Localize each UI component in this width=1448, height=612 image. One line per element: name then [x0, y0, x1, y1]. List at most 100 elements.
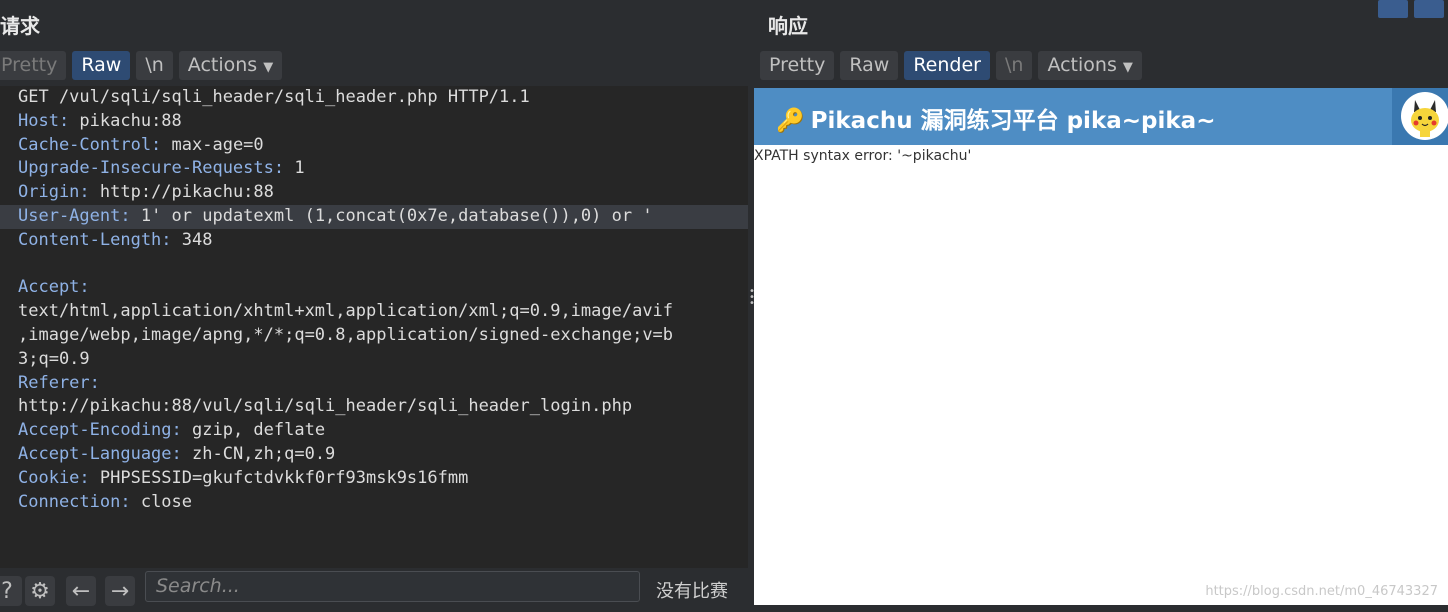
header-value: pikachu:88 — [69, 110, 182, 131]
header-key: Origin: — [18, 182, 90, 203]
sql-error-text: XPATH syntax error: '~pikachu' — [754, 148, 972, 164]
line-code: http://pikachu:88/vul/sqli/sqli_header/s… — [0, 396, 632, 416]
request-line[interactable]: 10Referer: — [0, 372, 748, 396]
line-code: Cache-Control: max-age=0 — [0, 135, 264, 155]
request-tabs: Pretty Raw \n Actions ▼ — [0, 51, 283, 80]
response-tab-3[interactable]: \n — [995, 51, 1033, 80]
response-tab-4[interactable]: Actions ▼ — [1038, 51, 1142, 80]
header-key: Host: — [18, 110, 70, 131]
request-tab-0[interactable]: Pretty — [0, 51, 67, 80]
request-tab-3[interactable]: Actions ▼ — [178, 51, 283, 80]
header-value: 1' or updatexml (1,concat(0x7e,database(… — [130, 205, 653, 226]
request-line[interactable]: 6User-Agent: 1' or updatexml (1,concat(0… — [0, 204, 748, 229]
gear-icon[interactable]: ⚙ — [25, 576, 55, 606]
stack-view-icon[interactable] — [1414, 0, 1444, 18]
line-code: GET /vul/sqli/sqli_header/sqli_header.ph… — [0, 87, 530, 107]
response-tab-2[interactable]: Render — [904, 51, 990, 80]
line-code: Accept: — [0, 277, 90, 297]
response-title: 响应 — [768, 14, 808, 38]
watermark: https://blog.csdn.net/m0_46743327 — [1205, 584, 1438, 599]
header-key: User-Agent: — [18, 205, 131, 226]
line-code: text/html,application/xhtml+xml,applicat… — [0, 301, 673, 321]
line-code: Upgrade-Insecure-Requests: 1 — [0, 158, 305, 178]
request-panel: 请求 PrettyRaw\nActions▼ 1 GET /vul/sqli/sq… — [0, 0, 748, 612]
header-key: Upgrade-Insecure-Requests: — [18, 158, 285, 179]
request-line[interactable]: 9Accept: — [0, 276, 748, 300]
header-key: Cookie: — [18, 467, 90, 488]
header-key: Referer: — [18, 372, 100, 393]
request-line[interactable]: 13Cookie: PHPSESSID=gkufctdvkkf0rf93msk9… — [0, 467, 748, 491]
request-line[interactable]: 16 — [0, 538, 748, 562]
request-line[interactable]: 2Host: pikachu:88 — [0, 110, 748, 134]
response-tab-1[interactable]: Raw — [840, 51, 899, 80]
request-tab-2[interactable]: \n — [136, 51, 173, 80]
request-line[interactable]: 14Connection: close — [0, 491, 748, 515]
line-code: 3;q=0.9 — [0, 349, 90, 369]
header-value: 1 — [284, 158, 305, 179]
request-line[interactable]: 3;q=0.9 — [0, 348, 748, 372]
line-code: Referer: — [0, 373, 100, 393]
header-value: 348 — [171, 229, 213, 250]
request-line[interactable]: 4Upgrade-Insecure-Requests: 1 — [0, 157, 748, 181]
header-value: ,image/webp,image/apng,*/*;q=0.8,applica… — [18, 324, 674, 345]
search-match-count: 没有比赛 — [656, 581, 728, 602]
line-code: Host: pikachu:88 — [0, 111, 182, 131]
request-line[interactable]: text/html,application/xhtml+xml,applicat… — [0, 300, 748, 324]
request-line[interactable]: 15 — [0, 514, 748, 538]
request-tab-1[interactable]: Raw — [72, 51, 131, 80]
request-line[interactable]: http://pikachu:88/vul/sqli/sqli_header/s… — [0, 395, 748, 419]
search-input[interactable]: Search... — [145, 571, 640, 602]
banner-title: 🔑 Pikachu 漏洞练习平台 pika~pika~ — [776, 108, 1216, 134]
header-value: http://pikachu:88 — [89, 182, 274, 203]
header-value: PHPSESSID=gkufctdvkkf0rf93msk9s16fmm — [89, 467, 469, 488]
line-code: Connection: close — [0, 492, 192, 512]
header-value: http://pikachu:88/vul/sqli/sqli_header/s… — [18, 396, 633, 417]
line-code: Content-Length: 348 — [0, 230, 212, 250]
header-value: 3;q=0.9 — [18, 348, 90, 369]
header-key: Cache-Control: — [18, 134, 162, 155]
chevron-down-icon: ▼ — [1122, 60, 1133, 75]
pikachu-avatar[interactable] — [1401, 92, 1448, 140]
line-code: User-Agent: 1' or updatexml (1,concat(0x… — [0, 206, 653, 226]
header-value: text/html,application/xhtml+xml,applicat… — [18, 301, 674, 322]
line-code: Origin: http://pikachu:88 — [0, 182, 274, 202]
request-line[interactable]: 7Content-Length: 348 — [0, 229, 748, 253]
chevron-down-icon: ▼ — [263, 60, 274, 75]
request-title: 请求 — [0, 14, 40, 38]
header-value: close — [130, 491, 193, 512]
line-code: Cookie: PHPSESSID=gkufctdvkkf0rf93msk9s1… — [0, 468, 468, 488]
request-line[interactable]: ,image/webp,image/apng,*/*;q=0.8,applica… — [0, 324, 748, 348]
request-line[interactable]: 8 — [0, 253, 748, 277]
header-key: Connection: — [18, 491, 131, 512]
render-view: 🔑 Pikachu 漏洞练习平台 pika~pika~ XPATH syntax … — [754, 88, 1448, 605]
header-key: Accept-Language: — [18, 443, 182, 464]
help-icon[interactable]: ? — [0, 576, 22, 606]
response-tabs: Pretty Raw Render \n Actions ▼ — [760, 51, 1142, 80]
request-line[interactable]: 1GET /vul/sqli/sqli_header/sqli_header.p… — [0, 86, 748, 110]
key-icon: 🔑 — [776, 108, 805, 134]
response-tab-0[interactable]: Pretty — [760, 51, 835, 80]
header-value: zh-CN,zh;q=0.9 — [181, 443, 336, 464]
back-arrow-icon[interactable]: ← — [66, 576, 96, 606]
avatar-box — [1392, 88, 1448, 145]
request-line[interactable]: 12Accept-Language: zh-CN,zh;q=0.9 — [0, 443, 748, 467]
split-view-icon[interactable] — [1378, 0, 1408, 18]
request-line[interactable]: 3Cache-Control: max-age=0 — [0, 134, 748, 158]
header-key: Accept-Encoding: — [18, 420, 182, 441]
request-line[interactable]: 5Origin: http://pikachu:88 — [0, 181, 748, 205]
header-key: Content-Length: — [18, 229, 172, 250]
header-value: gzip, deflate — [181, 420, 326, 441]
request-editor[interactable]: 1 GET /vul/sqli/sqli_header/sqli_header.p… — [0, 86, 748, 568]
line-code: Accept-Language: zh-CN,zh;q=0.9 — [0, 444, 335, 464]
line-code: Accept-Encoding: gzip, deflate — [0, 420, 325, 440]
header-key: Accept: — [18, 277, 90, 298]
pikachu-banner: 🔑 Pikachu 漏洞练习平台 pika~pika~ — [754, 88, 1448, 145]
request-line[interactable]: 11Accept-Encoding: gzip, deflate — [0, 419, 748, 443]
layout-toggle[interactable] — [1378, 0, 1444, 18]
forward-arrow-icon[interactable]: → — [105, 576, 135, 606]
header-value: GET /vul/sqli/sqli_header/sqli_header.ph… — [18, 87, 530, 107]
header-value: max-age=0 — [161, 134, 264, 155]
